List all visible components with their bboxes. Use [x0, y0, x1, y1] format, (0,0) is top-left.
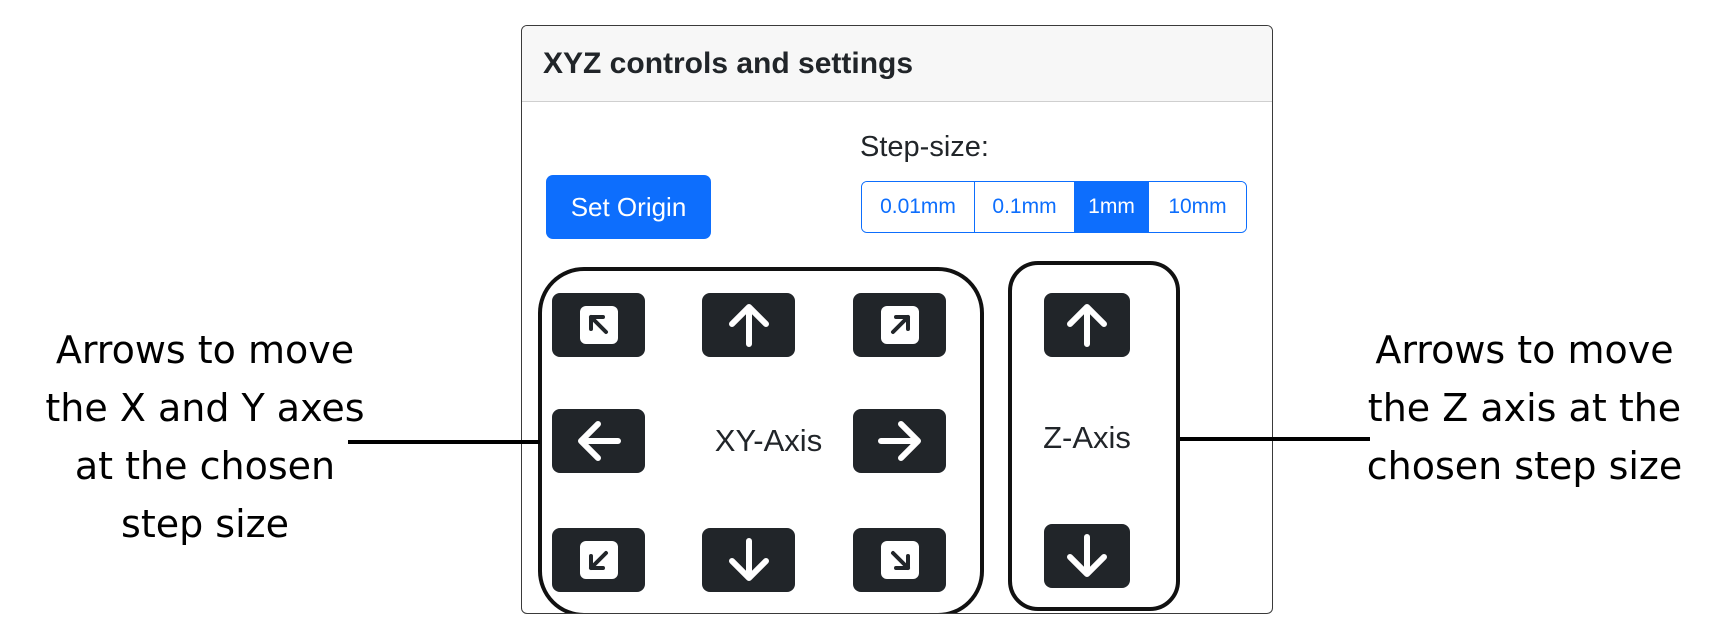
step-size-0-01mm-button[interactable]: 0.01mm [862, 182, 975, 232]
panel-title: XYZ controls and settings [543, 46, 914, 80]
z-annotation-line: chosen step size [1366, 444, 1683, 488]
step-size-label: Step-size: [860, 131, 989, 163]
panel-header: XYZ controls and settings [522, 26, 1272, 102]
xy-annotation-line: Arrows to move [55, 328, 355, 372]
z-axis-highlight-outline [1008, 261, 1180, 611]
xy-annotation-line: the X and Y axes [45, 386, 365, 430]
xyz-controls-panel: XYZ controls and settings Set Origin Ste… [521, 25, 1273, 614]
z-annotation-connector [1180, 437, 1370, 441]
step-size-10mm-button[interactable]: 10mm [1149, 182, 1246, 232]
xy-annotation-line: step size [121, 502, 289, 546]
xy-annotation: Arrows to move the X and Y axes at the c… [20, 321, 390, 553]
z-annotation: Arrows to move the Z axis at the chosen … [1352, 321, 1697, 495]
xy-axis-highlight-outline [538, 267, 984, 613]
set-origin-button[interactable]: Set Origin [546, 175, 711, 239]
step-size-group: 0.01mm 0.1mm 1mm 10mm [861, 181, 1247, 233]
z-annotation-line: Arrows to move [1375, 328, 1674, 372]
xy-annotation-connector [348, 440, 540, 444]
z-annotation-line: the Z axis at the [1367, 386, 1682, 430]
step-size-0-1mm-button[interactable]: 0.1mm [975, 182, 1075, 232]
step-size-1mm-button[interactable]: 1mm [1075, 182, 1149, 232]
xy-annotation-line: at the chosen [74, 444, 336, 488]
